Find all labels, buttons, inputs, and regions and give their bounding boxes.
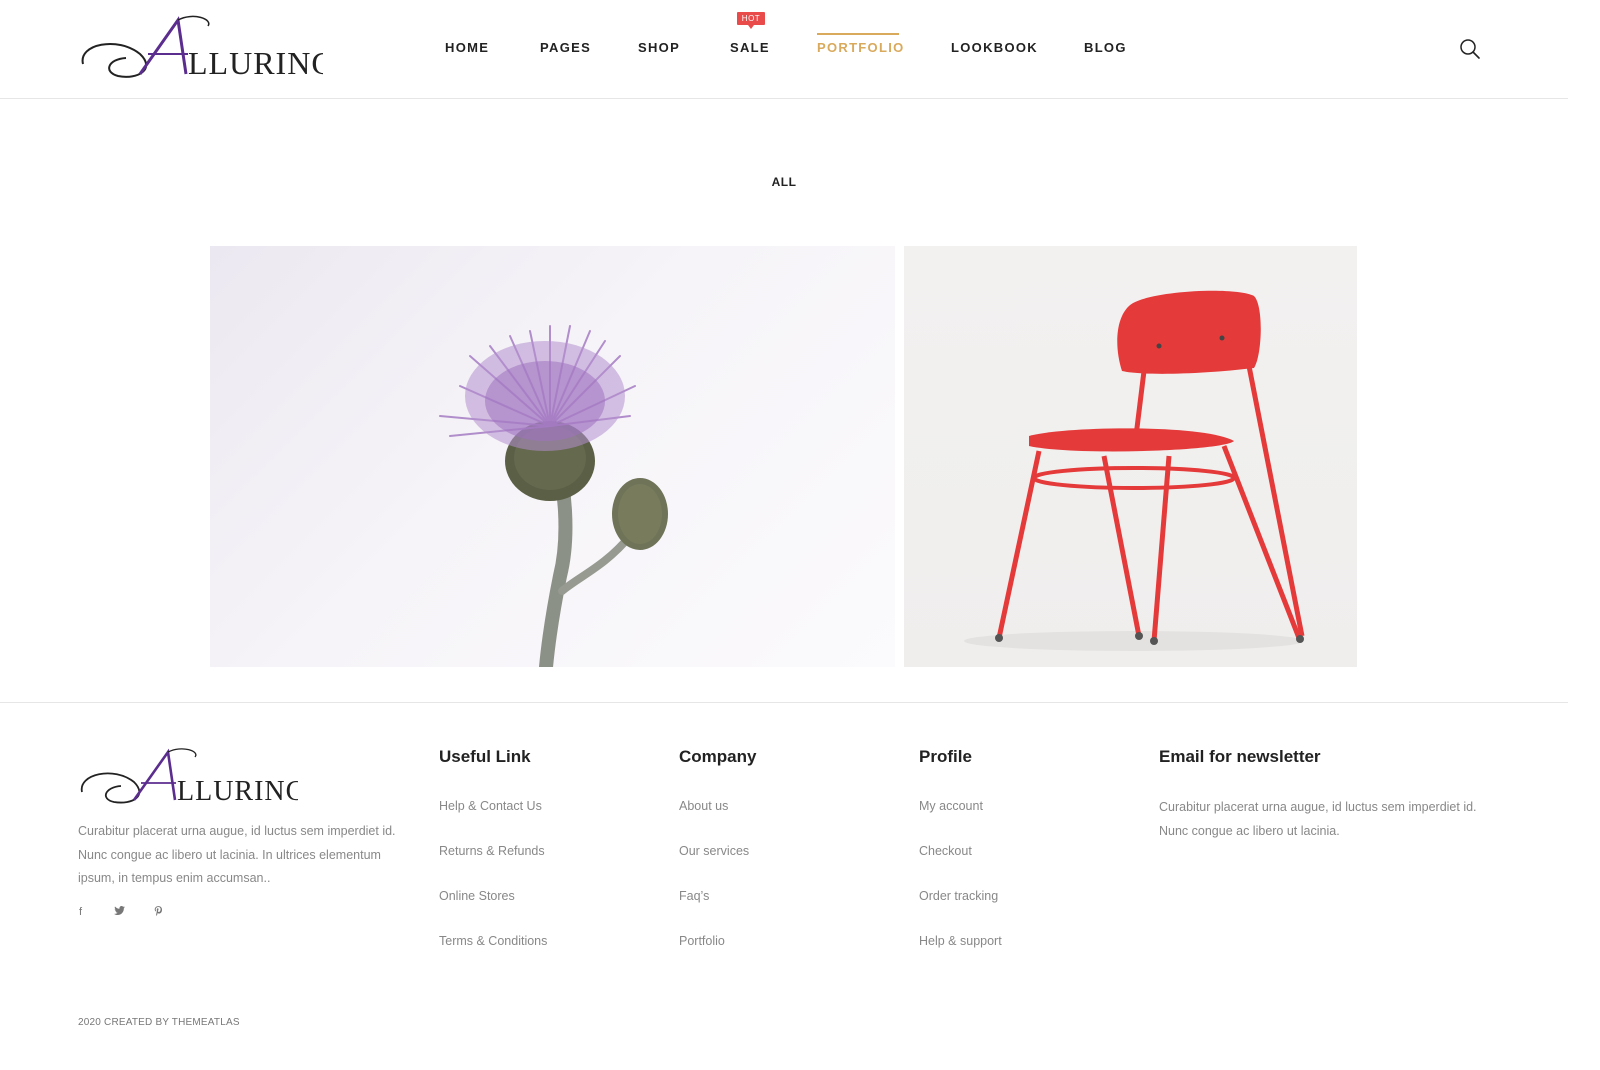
nav-blog[interactable]: BLOG	[1084, 40, 1127, 55]
footer-logo-mark: LLURING	[81, 748, 306, 807]
nav-home[interactable]: HOME	[445, 40, 489, 55]
footer-col-company-title: Company	[679, 747, 757, 766]
copyright-text: 2020 CREATED BY THEMEATLAS	[78, 1017, 240, 1028]
active-nav-indicator	[817, 33, 899, 35]
footer-link-about[interactable]: About us	[679, 799, 728, 813]
nav-lookbook[interactable]: LOOKBOOK	[951, 40, 1038, 55]
footer-link-help-support[interactable]: Help & support	[919, 934, 1002, 948]
footer-col-profile-title: Profile	[919, 747, 972, 766]
footer-link-services[interactable]: Our services	[679, 844, 749, 858]
site-footer: LLURING Curabitur placerat urna augue, i…	[0, 702, 1568, 1070]
portfolio-item-flower[interactable]	[210, 246, 895, 667]
footer-newsletter-title: Email for newsletter	[1159, 747, 1321, 766]
footer-brand-logo[interactable]: LLURING	[78, 747, 306, 809]
footer-link-returns[interactable]: Returns & Refunds	[439, 844, 545, 858]
portfolio-filter: ALL	[0, 175, 1568, 189]
twitter-icon[interactable]	[114, 906, 125, 918]
search-icon[interactable]	[1459, 38, 1481, 60]
footer-link-online-stores[interactable]: Online Stores	[439, 889, 515, 903]
thistle-image	[439, 325, 668, 667]
footer-link-order-tracking[interactable]: Order tracking	[919, 889, 998, 903]
pinterest-icon[interactable]	[154, 906, 163, 920]
svg-text:LLURING: LLURING	[188, 45, 323, 81]
footer-about-text: Curabitur placerat urna augue, id luctus…	[78, 824, 396, 885]
footer-link-faqs[interactable]: Faq’s	[679, 889, 709, 903]
nav-portfolio[interactable]: PORTFOLIO	[817, 40, 905, 55]
footer-link-my-account[interactable]: My account	[919, 799, 983, 813]
footer-link-portfolio[interactable]: Portfolio	[679, 934, 725, 948]
nav-pages[interactable]: PAGES	[540, 40, 591, 55]
nav-sale[interactable]: SALE	[730, 40, 770, 55]
footer-link-help-contact[interactable]: Help & Contact Us	[439, 799, 542, 813]
logo-mark: LLURING	[81, 15, 334, 81]
portfolio-item-chair[interactable]	[904, 246, 1357, 667]
filter-all[interactable]: ALL	[772, 175, 797, 189]
facebook-icon[interactable]: f	[79, 906, 82, 918]
site-header: LLURING HOME PAGES SHOP SALE PORTFOLIO L…	[0, 0, 1568, 99]
footer-newsletter-text: Curabitur placerat urna augue, id luctus…	[1159, 800, 1477, 838]
hot-badge: HOT	[737, 12, 765, 29]
footer-link-terms[interactable]: Terms & Conditions	[439, 934, 547, 948]
footer-col-useful-link-title: Useful Link	[439, 747, 531, 766]
red-chair-image	[964, 290, 1305, 651]
footer-link-checkout[interactable]: Checkout	[919, 844, 972, 858]
svg-text:LLURING: LLURING	[177, 776, 298, 807]
brand-logo[interactable]: LLURING	[78, 14, 334, 84]
nav-shop[interactable]: SHOP	[638, 40, 680, 55]
